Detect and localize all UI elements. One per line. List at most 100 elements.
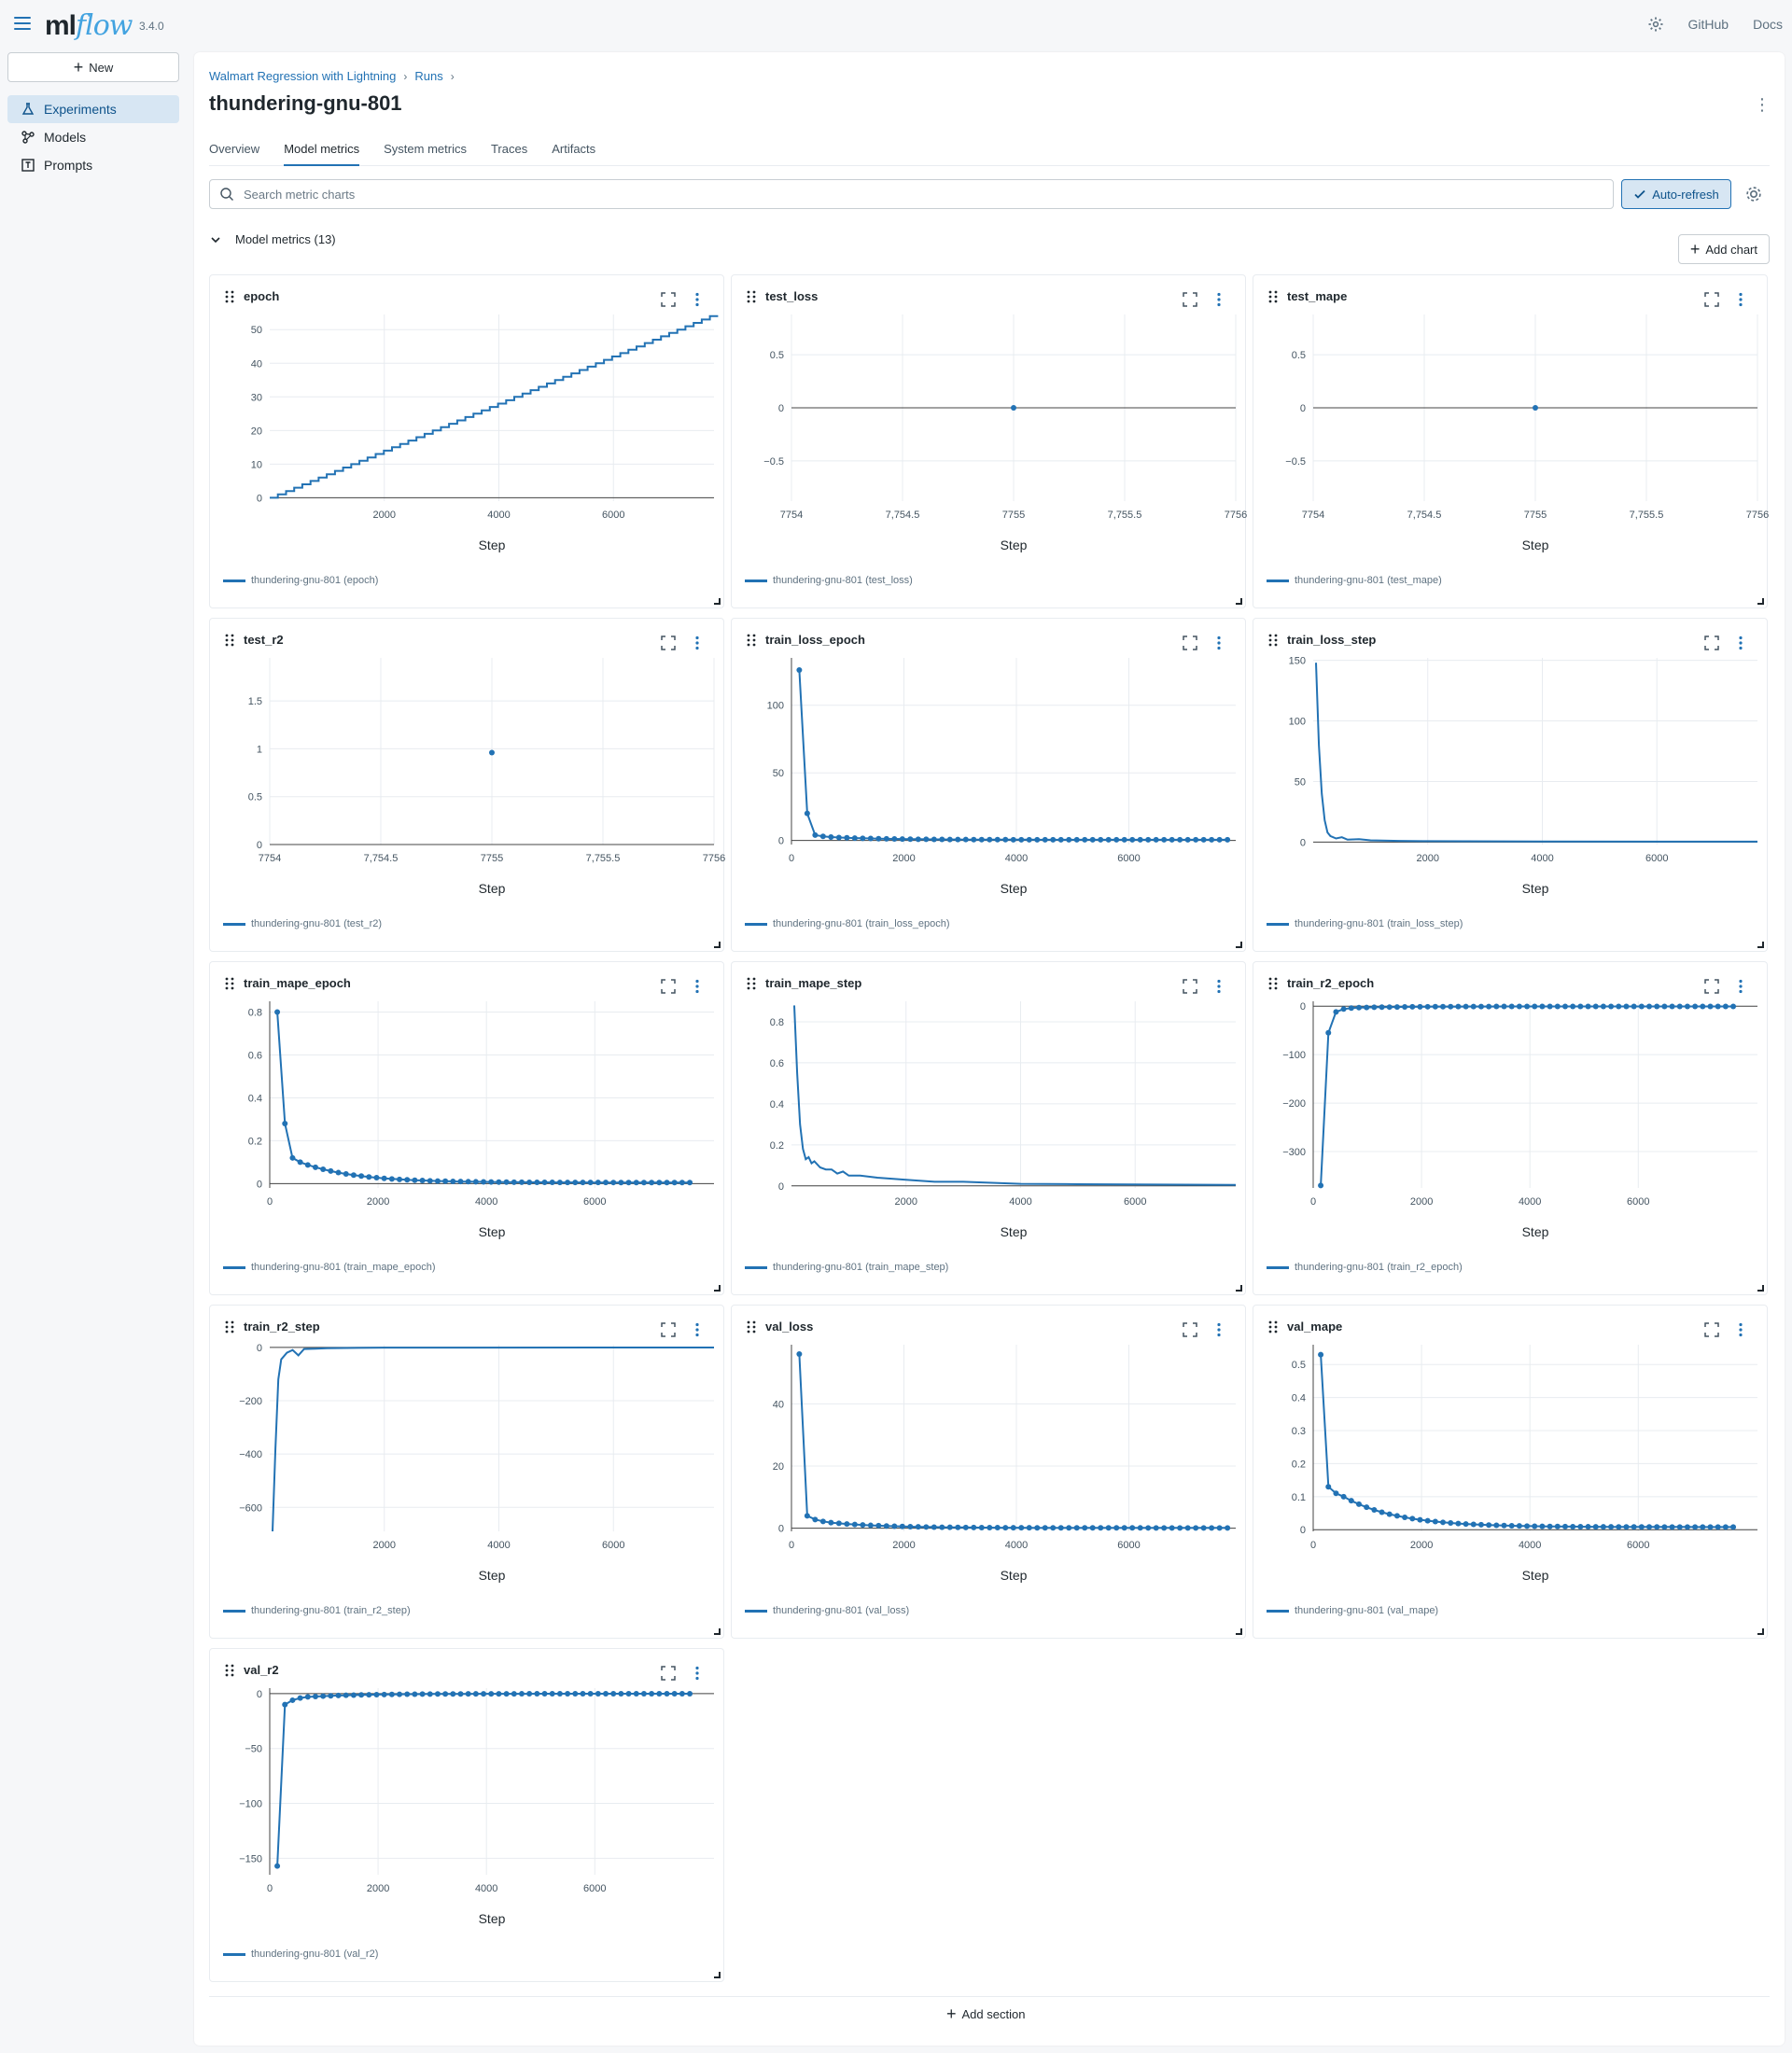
add-section-button[interactable]: + Add section [946, 2005, 1025, 2022]
kebab-menu-icon[interactable] [693, 979, 702, 994]
chart-legend[interactable]: thundering-gnu-801 (train_mape_epoch) [223, 1262, 436, 1273]
kebab-menu-icon[interactable] [693, 292, 702, 307]
search-input[interactable] [242, 186, 1613, 203]
resize-handle[interactable] [1236, 942, 1242, 948]
fullscreen-icon[interactable] [1183, 292, 1197, 307]
fullscreen-icon[interactable] [1704, 635, 1719, 650]
metric-chart-card[interactable]: 0 2000 4000 6000 0 20 40 Step val_loss thunderi… [731, 1305, 1246, 1639]
drag-handle-icon[interactable] [225, 1664, 234, 1677]
metric-chart-card[interactable]: 2000 4000 6000 0 −200 −400 −600 Step train_r2_s… [209, 1305, 724, 1639]
fullscreen-icon[interactable] [661, 635, 676, 650]
more-actions-icon[interactable]: ⋮ [1753, 93, 1771, 116]
chart-legend[interactable]: thundering-gnu-801 (test_loss) [745, 575, 913, 586]
resize-handle[interactable] [714, 1285, 721, 1292]
kebab-menu-icon[interactable] [1214, 292, 1224, 307]
metric-chart-card[interactable]: 7754 7,754.5 7755 7,755.5 7756 0.5 0 −0.5 Step t… [1253, 274, 1769, 608]
sidebar-item-models[interactable]: Models [7, 123, 179, 151]
fullscreen-icon[interactable] [661, 292, 676, 307]
tab-system-metrics[interactable]: System metrics [384, 138, 467, 166]
fullscreen-icon[interactable] [1704, 292, 1719, 307]
resize-handle[interactable] [1236, 598, 1242, 605]
add-chart-button[interactable]: + Add chart [1677, 234, 1770, 264]
kebab-menu-icon[interactable] [1736, 979, 1745, 994]
drag-handle-icon[interactable] [1268, 977, 1278, 990]
fullscreen-icon[interactable] [661, 1666, 676, 1681]
metric-chart-card[interactable]: 0 2000 4000 6000 0 −50 −100 −150 Step val_r2 thu… [209, 1648, 724, 1982]
drag-handle-icon[interactable] [1268, 1320, 1278, 1334]
drag-handle-icon[interactable] [747, 634, 756, 647]
metric-chart-card[interactable]: 2000 4000 6000 0 50 100 150 Step train_loss_ste… [1253, 618, 1768, 952]
chart-legend[interactable]: thundering-gnu-801 (train_loss_step) [1267, 918, 1463, 929]
chart-legend[interactable]: thundering-gnu-801 (test_r2) [223, 918, 382, 929]
mlflow-logo[interactable]: mlflow [45, 9, 133, 43]
resize-handle[interactable] [1236, 1628, 1242, 1635]
metric-chart-card[interactable]: 0 2000 4000 6000 0 50 100 Step train_loss_epoch… [731, 618, 1246, 952]
drag-handle-icon[interactable] [225, 1320, 234, 1334]
fullscreen-icon[interactable] [1183, 979, 1197, 994]
metric-chart-card[interactable]: 0 2000 4000 6000 0 −100 −200 −300 Step train_r2_… [1253, 961, 1768, 1295]
fullscreen-icon[interactable] [1183, 1322, 1197, 1337]
resize-handle[interactable] [1757, 942, 1764, 948]
chart-legend[interactable]: thundering-gnu-801 (train_r2_epoch) [1267, 1262, 1463, 1273]
new-button[interactable]: + New [7, 52, 179, 82]
metric-chart-card[interactable]: 0 2000 4000 6000 0 0.2 0.4 0.6 0.8 Step train_map… [209, 961, 724, 1295]
chart-legend[interactable]: thundering-gnu-801 (val_r2) [223, 1948, 378, 1960]
chart-legend[interactable]: thundering-gnu-801 (epoch) [223, 575, 378, 586]
kebab-menu-icon[interactable] [693, 635, 702, 650]
settings-gear-icon[interactable] [1743, 184, 1764, 204]
metric-chart-card[interactable]: 2000 4000 6000 0 0.2 0.4 0.6 0.8 Step train_mape… [731, 961, 1246, 1295]
breadcrumb-runs[interactable]: Runs [414, 69, 442, 83]
metric-chart-card[interactable]: 0 2000 4000 6000 0 0.1 0.2 0.3 0.4 0.5 Step val_ma… [1253, 1305, 1768, 1639]
chart-legend[interactable]: thundering-gnu-801 (train_loss_epoch) [745, 918, 950, 929]
drag-handle-icon[interactable] [225, 290, 234, 303]
kebab-menu-icon[interactable] [1214, 979, 1224, 994]
kebab-menu-icon[interactable] [1736, 1322, 1745, 1337]
github-link[interactable]: GitHub [1688, 17, 1729, 32]
resize-handle[interactable] [1757, 1628, 1764, 1635]
kebab-menu-icon[interactable] [1736, 635, 1745, 650]
drag-handle-icon[interactable] [747, 290, 756, 303]
chart-legend[interactable]: thundering-gnu-801 (val_loss) [745, 1605, 909, 1616]
drag-handle-icon[interactable] [1268, 290, 1278, 303]
fullscreen-icon[interactable] [1183, 635, 1197, 650]
chart-legend[interactable]: thundering-gnu-801 (val_mape) [1267, 1605, 1438, 1616]
drag-handle-icon[interactable] [225, 977, 234, 990]
resize-handle[interactable] [714, 942, 721, 948]
tab-overview[interactable]: Overview [209, 138, 259, 166]
resize-handle[interactable] [714, 1628, 721, 1635]
resize-handle[interactable] [714, 1972, 721, 1978]
tab-model-metrics[interactable]: Model metrics [284, 138, 360, 166]
drag-handle-icon[interactable] [225, 634, 234, 647]
metric-chart-card[interactable]: 2000 4000 6000 0 10 20 30 40 50 Step epoch thunde… [209, 274, 724, 608]
docs-link[interactable]: Docs [1753, 17, 1783, 32]
fullscreen-icon[interactable] [1704, 979, 1719, 994]
menu-icon[interactable] [14, 17, 31, 32]
resize-handle[interactable] [714, 598, 721, 605]
chart-legend[interactable]: thundering-gnu-801 (train_r2_step) [223, 1605, 411, 1616]
kebab-menu-icon[interactable] [693, 1666, 702, 1681]
chart-legend[interactable]: thundering-gnu-801 (train_mape_step) [745, 1262, 948, 1273]
sidebar-item-prompts[interactable]: Prompts [7, 151, 179, 179]
sidebar-item-experiments[interactable]: Experiments [7, 95, 179, 123]
tab-traces[interactable]: Traces [491, 138, 527, 166]
resize-handle[interactable] [1757, 598, 1764, 605]
theme-settings-icon[interactable] [1647, 16, 1664, 33]
chart-legend[interactable]: thundering-gnu-801 (test_mape) [1267, 575, 1442, 586]
fullscreen-icon[interactable] [661, 979, 676, 994]
resize-handle[interactable] [1757, 1285, 1764, 1292]
metric-chart-card[interactable]: 7754 7,754.5 7755 7,755.5 7756 0 0.5 1 1.5 Step t… [209, 618, 725, 952]
tab-artifacts[interactable]: Artifacts [552, 138, 595, 166]
drag-handle-icon[interactable] [1268, 634, 1278, 647]
auto-refresh-button[interactable]: Auto-refresh [1621, 179, 1731, 209]
kebab-menu-icon[interactable] [1214, 635, 1224, 650]
chevron-down-icon[interactable] [209, 233, 222, 246]
kebab-menu-icon[interactable] [1736, 292, 1745, 307]
resize-handle[interactable] [1236, 1285, 1242, 1292]
drag-handle-icon[interactable] [747, 1320, 756, 1334]
kebab-menu-icon[interactable] [1214, 1322, 1224, 1337]
fullscreen-icon[interactable] [661, 1322, 676, 1337]
breadcrumb-experiment[interactable]: Walmart Regression with Lightning [209, 69, 396, 83]
drag-handle-icon[interactable] [747, 977, 756, 990]
kebab-menu-icon[interactable] [693, 1322, 702, 1337]
fullscreen-icon[interactable] [1704, 1322, 1719, 1337]
